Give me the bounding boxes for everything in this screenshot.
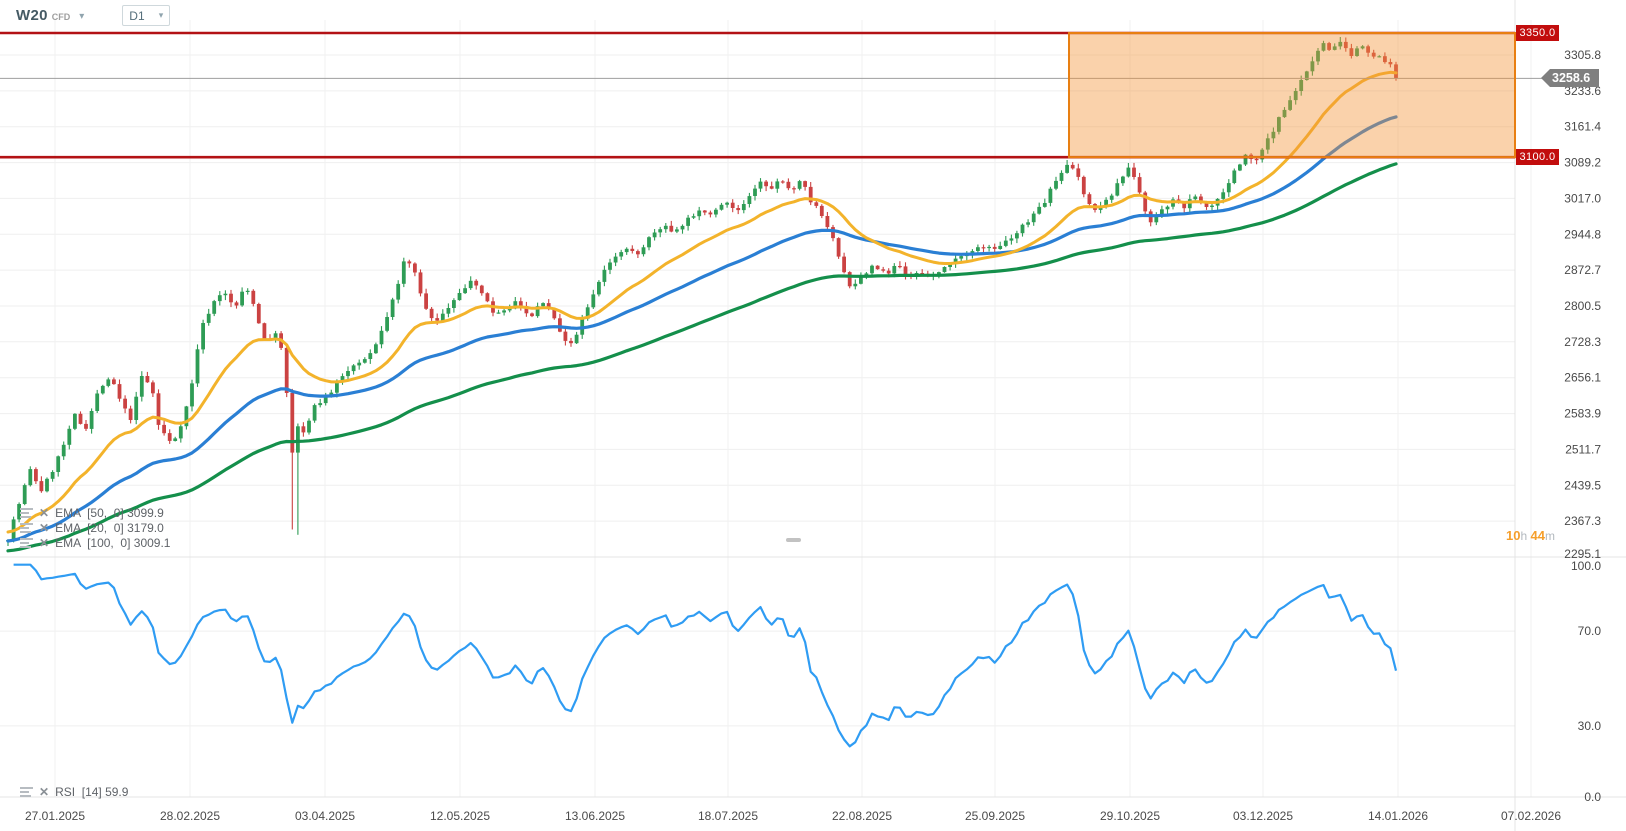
svg-text:3089.2: 3089.2 — [1564, 156, 1601, 170]
indicator-label: EMA [50, 0] 3099.9 — [55, 506, 164, 520]
svg-text:2583.9: 2583.9 — [1564, 407, 1601, 421]
svg-text:07.02.2026: 07.02.2026 — [1501, 809, 1561, 823]
indicator-label: EMA [100, 0] 3009.1 — [55, 536, 170, 550]
svg-text:2944.8: 2944.8 — [1564, 227, 1601, 241]
price-chart-canvas[interactable]: 3305.83233.63161.43089.23017.02944.82872… — [0, 0, 1626, 831]
price-marker-arrow-icon — [1541, 69, 1550, 87]
ema-legend-row: ✕ EMA [50, 0] 3099.9 — [20, 505, 170, 520]
svg-text:03.04.2025: 03.04.2025 — [295, 809, 355, 823]
svg-text:2511.7: 2511.7 — [1565, 442, 1601, 456]
svg-text:22.08.2025: 22.08.2025 — [832, 809, 892, 823]
rsi-line — [14, 565, 1396, 747]
svg-text:0.0: 0.0 — [1584, 790, 1601, 804]
indicator-settings-icon[interactable] — [20, 523, 33, 533]
svg-text:12.05.2025: 12.05.2025 — [430, 809, 490, 823]
trading-chart-screen: 3305.83233.63161.43089.23017.02944.82872… — [0, 0, 1626, 831]
timeframe-caret-icon: ▾ — [159, 10, 164, 21]
support-price-label[interactable]: 3100.0 — [1516, 149, 1559, 165]
svg-text:2439.5: 2439.5 — [1564, 478, 1601, 492]
svg-text:27.01.2025: 27.01.2025 — [25, 809, 85, 823]
indicator-label: EMA [20, 0] 3179.0 — [55, 521, 164, 535]
svg-text:2728.3: 2728.3 — [1564, 335, 1601, 349]
svg-text:25.09.2025: 25.09.2025 — [965, 809, 1025, 823]
svg-text:3305.8: 3305.8 — [1564, 48, 1601, 62]
ema-indicator-legend: ✕ EMA [50, 0] 3099.9 ✕ EMA [20, 0] 3179.0 ✕ E… — [20, 505, 170, 550]
price-axis-labels[interactable]: 3305.83233.63161.43089.23017.02944.82872… — [1564, 48, 1601, 804]
resistance-zone-rectangle[interactable] — [1069, 33, 1515, 157]
current-price-value: 3258.6 — [1550, 69, 1599, 87]
indicator-remove-icon[interactable]: ✕ — [39, 785, 49, 799]
svg-text:30.0: 30.0 — [1578, 719, 1602, 733]
indicator-remove-icon[interactable]: ✕ — [39, 521, 49, 535]
svg-text:2872.7: 2872.7 — [1564, 263, 1601, 277]
ema-legend-row: ✕ EMA [20, 0] 3179.0 — [20, 520, 170, 535]
instrument-symbol: W20 — [16, 7, 48, 24]
ema-legend-row: ✕ EMA [100, 0] 3009.1 — [20, 535, 170, 550]
indicator-settings-icon[interactable] — [20, 508, 33, 518]
countdown-minutes: 44 — [1531, 528, 1545, 543]
candle-countdown-timer: 10h 44m — [1455, 528, 1555, 543]
svg-text:100.0: 100.0 — [1571, 559, 1601, 573]
svg-text:13.06.2025: 13.06.2025 — [565, 809, 625, 823]
indicator-settings-icon[interactable] — [20, 787, 33, 797]
symbol-dropdown-caret-icon[interactable]: ▾ — [79, 11, 84, 22]
svg-text:70.0: 70.0 — [1578, 624, 1602, 638]
timeframe-value: D1 — [129, 9, 144, 23]
indicator-remove-icon[interactable]: ✕ — [39, 506, 49, 520]
time-axis-labels[interactable]: 27.01.2025 28.02.2025 03.04.2025 12.05.2025… — [25, 809, 1561, 823]
rsi-legend-row: ✕ RSI [14] 59.9 — [20, 784, 128, 799]
countdown-hours-unit: h — [1521, 529, 1531, 543]
svg-text:29.10.2025: 29.10.2025 — [1100, 809, 1160, 823]
pane-resize-handle[interactable] — [786, 538, 801, 542]
svg-text:03.12.2025: 03.12.2025 — [1233, 809, 1293, 823]
svg-text:3161.4: 3161.4 — [1564, 120, 1601, 134]
svg-text:2656.1: 2656.1 — [1564, 371, 1601, 385]
svg-text:3017.0: 3017.0 — [1564, 191, 1601, 205]
countdown-hours: 10 — [1506, 528, 1520, 543]
instrument-type-label: CFD — [52, 12, 71, 22]
indicator-label: RSI [14] 59.9 — [55, 785, 128, 799]
svg-text:14.01.2026: 14.01.2026 — [1368, 809, 1428, 823]
svg-text:28.02.2025: 28.02.2025 — [160, 809, 220, 823]
rsi-indicator-legend: ✕ RSI [14] 59.9 — [20, 784, 128, 799]
svg-text:2367.3: 2367.3 — [1564, 514, 1601, 528]
countdown-minutes-unit: m — [1545, 529, 1555, 543]
indicator-remove-icon[interactable]: ✕ — [39, 536, 49, 550]
timeframe-select[interactable]: D1 ▾ — [122, 5, 170, 26]
current-price-marker: 3258.6 — [1541, 69, 1599, 87]
instrument-header: W20 CFD ▾ D1 ▾ — [16, 5, 170, 26]
ema100-line — [8, 164, 1396, 551]
svg-text:18.07.2025: 18.07.2025 — [698, 809, 758, 823]
svg-text:2800.5: 2800.5 — [1564, 299, 1601, 313]
indicator-settings-icon[interactable] — [20, 538, 33, 548]
resistance-price-label[interactable]: 3350.0 — [1516, 25, 1559, 41]
